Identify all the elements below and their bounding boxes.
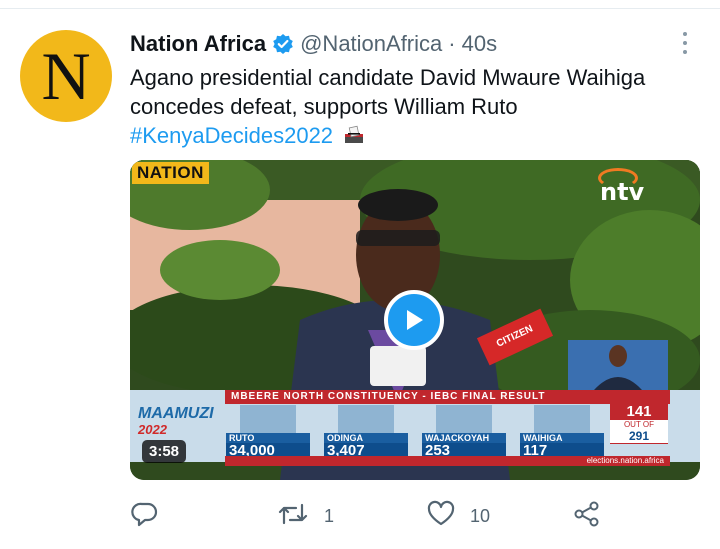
share-button[interactable]: [572, 500, 602, 532]
nation-watermark: NATION: [132, 162, 209, 184]
video-duration: 3:58: [142, 440, 187, 463]
tweet-time[interactable]: 40s: [462, 31, 497, 57]
retweet-count: 1: [324, 505, 335, 526]
candidate-photo: [436, 405, 492, 433]
more-options-icon[interactable]: [680, 32, 690, 54]
tally-total: 291: [610, 429, 668, 443]
heart-icon: [426, 499, 456, 534]
ntv-logo: ntv: [598, 168, 644, 206]
candidate-photo: [240, 405, 296, 433]
maamuzi-title: MAAMUZI: [138, 405, 214, 422]
ballot-box-icon: [343, 123, 365, 152]
constituency-tally: 141 OUT OF 291: [610, 404, 668, 444]
candidate-card: WAJACKOYAH 253: [422, 405, 506, 459]
author-handle[interactable]: @NationAfrica: [300, 31, 442, 57]
microphone-brand: CITIZEN: [494, 323, 535, 350]
tweet-text: Agano presidential candidate David Mwaur…: [130, 63, 700, 152]
candidate-card: RUTO 34,000: [226, 405, 310, 459]
interpreter-figure: [594, 345, 642, 390]
candidate-photo: [338, 405, 394, 433]
tweet-header: Nation Africa @NationAfrica · 40s: [130, 31, 497, 57]
ntv-swirl-icon: [598, 168, 638, 188]
tweet-actions: 1 10: [130, 500, 630, 532]
tweet-body: Agano presidential candidate David Mwaur…: [130, 65, 646, 119]
verified-badge-icon: [272, 33, 294, 55]
avatar[interactable]: N: [20, 30, 112, 122]
avatar-letter: N: [41, 38, 91, 114]
maamuzi-year: 2022: [138, 422, 167, 437]
sign-interpreter-inset: [568, 340, 668, 390]
results-banner-header: MBEERE NORTH CONSTITUENCY - IEBC FINAL R…: [225, 390, 670, 404]
results-url: elections.nation.africa: [225, 456, 670, 466]
top-divider: [0, 8, 720, 9]
tally-of: OUT OF: [610, 420, 668, 429]
candidate-card: WAIHIGA 117: [520, 405, 604, 459]
tally-count: 141: [626, 403, 652, 420]
reply-button[interactable]: [130, 500, 174, 532]
like-count: 10: [470, 505, 491, 526]
like-button[interactable]: 10: [426, 500, 490, 532]
microphone-white: [370, 346, 426, 386]
candidate-card: ODINGA 3,407: [324, 405, 408, 459]
retweet-icon: [276, 499, 310, 534]
share-icon: [572, 499, 602, 534]
video-player[interactable]: NATION ntv CITIZEN MBEERE NORTH CONSTITU…: [130, 160, 700, 480]
candidate-photo: [534, 405, 590, 433]
reply-icon: [130, 499, 160, 534]
maamuzi-logo: MAAMUZI 2022: [138, 406, 218, 438]
author-name[interactable]: Nation Africa: [130, 31, 266, 57]
header-separator: ·: [448, 31, 456, 56]
hashtag-link[interactable]: #KenyaDecides2022: [130, 123, 333, 148]
play-button-icon[interactable]: [384, 290, 444, 350]
retweet-button[interactable]: 1: [276, 500, 334, 532]
